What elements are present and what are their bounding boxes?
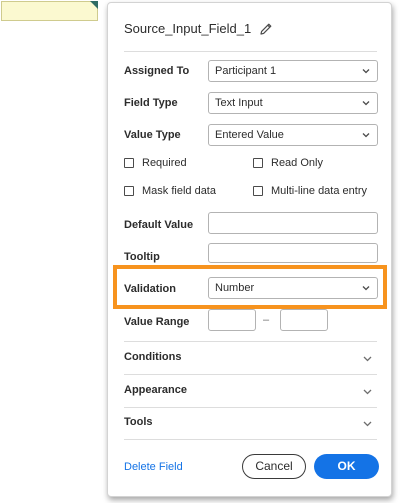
source-text-field[interactable] <box>1 1 98 21</box>
chevron-down-icon <box>362 101 370 106</box>
multi-line-checkbox[interactable]: Multi-line data entry <box>253 185 367 197</box>
read-only-checkbox[interactable]: Read Only <box>253 157 323 169</box>
validation-select[interactable]: Number <box>208 277 378 299</box>
field-properties-panel: Source_Input_Field_1 Assigned To Partici… <box>107 2 392 497</box>
ok-button[interactable]: OK <box>314 454 379 479</box>
mask-field-data-checkbox[interactable]: Mask field data <box>124 185 216 197</box>
panel-header: Source_Input_Field_1 <box>124 21 273 36</box>
tooltip-label: Tooltip <box>124 251 160 263</box>
chevron-down-icon <box>362 286 370 291</box>
value-range-max-input[interactable] <box>280 309 328 331</box>
assigned-to-value: Participant 1 <box>215 65 277 77</box>
chevron-down-icon[interactable] <box>362 418 373 429</box>
read-only-label: Read Only <box>271 157 323 169</box>
validation-label: Validation <box>124 283 176 295</box>
field-type-label: Field Type <box>124 97 178 109</box>
required-checkbox[interactable]: Required <box>124 157 187 169</box>
checkbox-box[interactable] <box>253 186 263 196</box>
mask-field-data-label: Mask field data <box>142 185 216 197</box>
field-type-value: Text Input <box>215 97 263 109</box>
cancel-button[interactable]: Cancel <box>242 454 306 479</box>
chevron-down-icon[interactable] <box>362 386 373 397</box>
section-divider <box>124 374 377 375</box>
assigned-to-label: Assigned To <box>124 65 190 77</box>
section-conditions-label: Conditions <box>124 351 182 363</box>
pencil-icon[interactable] <box>259 22 273 36</box>
section-divider <box>124 407 377 408</box>
assigned-to-select[interactable]: Participant 1 <box>208 60 378 82</box>
value-type-label: Value Type <box>124 129 181 141</box>
value-range-min-input[interactable] <box>208 309 256 331</box>
stage: Source_Input_Field_1 Assigned To Partici… <box>0 0 400 503</box>
checkbox-box[interactable] <box>253 158 263 168</box>
value-type-select[interactable]: Entered Value <box>208 124 378 146</box>
value-type-value: Entered Value <box>215 129 284 141</box>
section-appearance[interactable]: Appearance <box>124 380 377 402</box>
checkbox-box[interactable] <box>124 186 134 196</box>
field-name-title: Source_Input_Field_1 <box>124 21 252 36</box>
section-tools-label: Tools <box>124 416 153 428</box>
section-conditions[interactable]: Conditions <box>124 347 377 369</box>
default-value-input[interactable] <box>208 212 378 234</box>
chevron-down-icon <box>362 69 370 74</box>
sections-divider <box>124 341 377 342</box>
section-tools[interactable]: Tools <box>124 412 377 434</box>
validation-value: Number <box>215 282 255 294</box>
multi-line-label: Multi-line data entry <box>271 185 367 197</box>
delete-field-link[interactable]: Delete Field <box>124 461 183 473</box>
chevron-down-icon[interactable] <box>362 353 373 364</box>
header-divider <box>124 51 377 52</box>
checkbox-box[interactable] <box>124 158 134 168</box>
field-corner-marker <box>90 1 98 9</box>
value-range-label: Value Range <box>124 316 190 328</box>
required-label: Required <box>142 157 187 169</box>
chevron-down-icon <box>362 133 370 138</box>
section-divider <box>124 439 377 440</box>
field-type-select[interactable]: Text Input <box>208 92 378 114</box>
default-value-label: Default Value <box>124 219 194 231</box>
value-range-separator: – <box>263 314 270 326</box>
section-appearance-label: Appearance <box>124 384 187 396</box>
tooltip-input[interactable] <box>208 243 378 263</box>
